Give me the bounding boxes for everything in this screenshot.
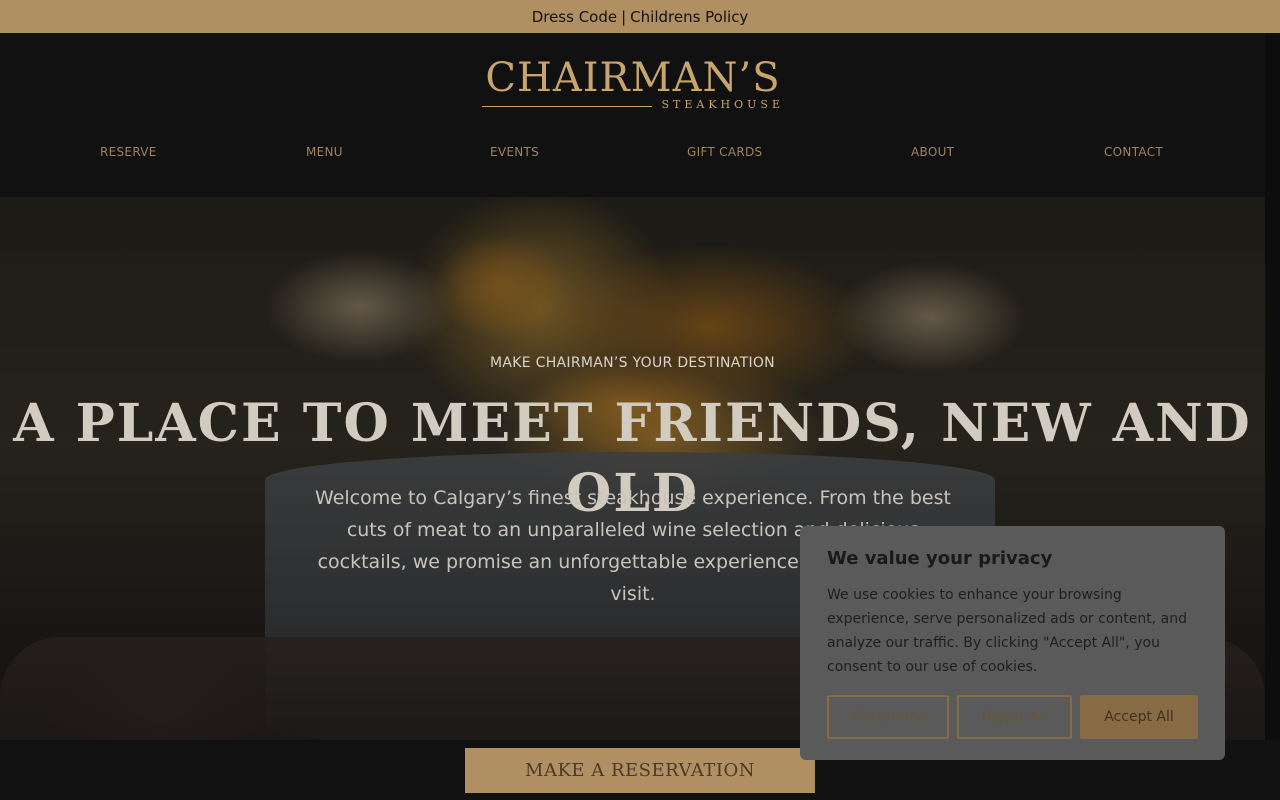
dress-code-link[interactable]: Dress Code [532, 8, 617, 26]
hero-kicker: MAKE CHAIRMAN’S YOUR DESTINATION [490, 355, 775, 371]
nav-item-about[interactable]: ABOUT [911, 145, 954, 159]
page-scrollbar[interactable] [1265, 33, 1280, 740]
nav-item-contact[interactable]: CONTACT [1104, 145, 1163, 159]
nav-item-reserve[interactable]: RESERVE [100, 145, 157, 159]
site-header: CHAIRMAN’S STEAKHOUSE RESERVE MENU EVENT… [0, 33, 1265, 197]
site-logo[interactable]: CHAIRMAN’S STEAKHOUSE [480, 53, 786, 115]
nav-item-events[interactable]: EVENTS [490, 145, 539, 159]
customize-button[interactable]: Customize [827, 695, 949, 739]
cookie-dialog-body: We use cookies to enhance your browsing … [827, 587, 1187, 675]
nav-item-gift-cards[interactable]: GIFT CARDS [687, 145, 762, 159]
logo-subtitle: STEAKHOUSE [661, 98, 784, 111]
accept-all-button[interactable]: Accept All [1080, 695, 1198, 739]
main-nav: RESERVE MENU EVENTS GIFT CARDS ABOUT CON… [0, 145, 1265, 169]
reject-all-button[interactable]: Reject All [957, 695, 1072, 739]
topbar-separator: | [621, 7, 627, 26]
announcement-bar: Dress Code | Childrens Policy [0, 0, 1280, 33]
cookie-consent-dialog: We value your privacy We use cookies to … [800, 526, 1225, 760]
cookie-dialog-title: We value your privacy [827, 548, 1053, 569]
nav-item-menu[interactable]: MENU [306, 145, 343, 159]
logo-wordmark: CHAIRMAN’S [485, 55, 781, 101]
make-reservation-button[interactable]: MAKE A RESERVATION [465, 748, 815, 793]
childrens-policy-link[interactable]: Childrens Policy [630, 8, 748, 26]
logo-underline [482, 106, 652, 107]
